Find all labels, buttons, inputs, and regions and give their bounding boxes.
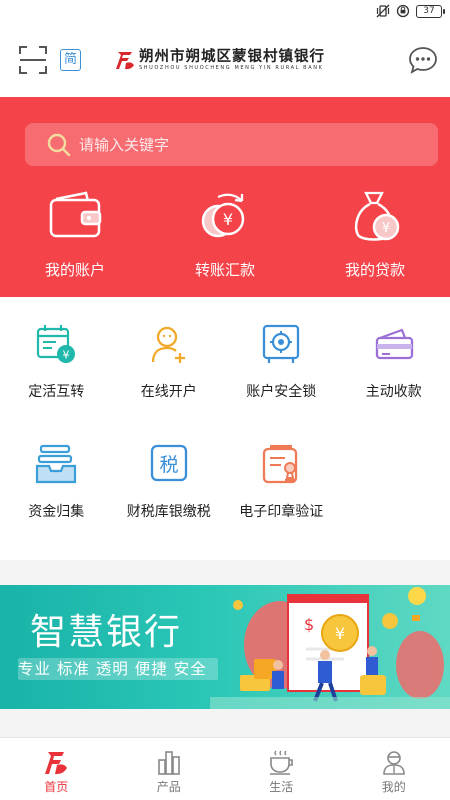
- feature-row: ¥ 定活互转 在线开户 账户安全锁 主动收款: [0, 322, 450, 401]
- profile-icon: [382, 751, 405, 775]
- transfer-button[interactable]: ¥ 转账汇款: [150, 189, 300, 280]
- tab-label: 首页: [44, 780, 69, 794]
- tray-icon: [36, 444, 77, 484]
- search-icon: [47, 133, 71, 156]
- bank-emblem-icon: [116, 52, 134, 70]
- banner-illustration: $ ¥: [210, 587, 450, 709]
- seal-icon: [263, 445, 298, 484]
- feature-label: 账户安全锁: [246, 384, 317, 400]
- smart-bank-banner[interactable]: 智慧银行 专业 标准 透明 便捷 安全 $ ¥: [0, 585, 450, 709]
- app-header: 简 朔州市朔城区蒙银村镇银行 SHUOZHOU SHUOCHENG MENG Y…: [0, 24, 450, 97]
- account-security-lock-button[interactable]: 账户安全锁: [225, 322, 338, 401]
- message-icon[interactable]: [408, 46, 438, 74]
- feature-grid: ¥ 定活互转 在线开户 账户安全锁 主动收款 资金归集 税 财税库银缴税 电子印…: [0, 297, 450, 560]
- tab-home[interactable]: 首页: [0, 738, 113, 800]
- feature-label: 主动收款: [365, 384, 422, 400]
- my-account-label: 我的账户: [44, 261, 105, 279]
- bank-logo: 朔州市朔城区蒙银村镇银行 SHUOZHOU SHUOCHENG MENG YIN…: [114, 48, 325, 72]
- feature-row: 资金归集 税 财税库银缴税 电子印章验证: [0, 442, 450, 521]
- scan-icon[interactable]: [18, 45, 48, 75]
- svg-text:税: 税: [159, 454, 178, 476]
- feature-label: 财税库银缴税: [126, 504, 211, 520]
- online-account-opening-button[interactable]: 在线开户: [113, 322, 226, 401]
- product-bars-icon: [157, 751, 180, 775]
- tab-label: 我的: [381, 780, 406, 794]
- fund-pooling-button[interactable]: 资金归集: [0, 442, 113, 521]
- battery-indicator: 37: [416, 4, 445, 18]
- active-collection-button[interactable]: 主动收款: [338, 322, 450, 401]
- hero-section: 请输入关键字 我的账户 ¥ 转账汇款 ¥ 我的贷款: [0, 97, 450, 297]
- app-screen: 37 简 朔州市朔城区蒙银村镇银行 SHUOZHOU SHUOCHENG MEN…: [0, 0, 450, 800]
- my-loan-button[interactable]: ¥ 我的贷款: [300, 189, 450, 280]
- cards-icon: [375, 328, 413, 360]
- feature-label: 定活互转: [28, 384, 85, 400]
- tax-payment-button[interactable]: 税 财税库银缴税: [113, 442, 226, 521]
- hero-shortcuts: 我的账户 ¥ 转账汇款 ¥ 我的贷款: [0, 189, 450, 280]
- add-user-icon: [151, 326, 185, 363]
- vibrate-mute-icon: [376, 4, 390, 18]
- tab-products[interactable]: 产品: [113, 738, 226, 800]
- tab-label: 生活: [269, 780, 294, 794]
- bottom-tab-bar: 首页 产品 生活 我的: [0, 737, 450, 800]
- loan-bag-icon: ¥: [354, 191, 400, 241]
- alarm-icon: [396, 4, 410, 18]
- transfer-label: 转账汇款: [194, 261, 255, 279]
- banner-slogan: 专业 标准 透明 便捷 安全: [18, 660, 207, 678]
- wallet-icon: [49, 191, 102, 238]
- feature-label: 资金归集: [28, 504, 85, 520]
- coffee-cup-icon: [270, 750, 294, 775]
- tab-mine[interactable]: 我的: [338, 738, 450, 800]
- tab-label: 产品: [156, 780, 181, 794]
- transfer-icon: ¥: [201, 193, 245, 238]
- feature-label: 电子印章验证: [239, 504, 324, 520]
- svg-text:¥: ¥: [335, 624, 345, 643]
- svg-text:¥: ¥: [382, 221, 390, 236]
- feature-label: 在线开户: [140, 384, 197, 400]
- my-account-button[interactable]: 我的账户: [0, 189, 150, 280]
- status-bar: 37: [0, 0, 450, 24]
- bank-name-english: SHUOZHOU SHUOCHENG MENG YIN RURAL BANK: [139, 65, 324, 71]
- simplified-mode-button[interactable]: 简: [60, 49, 81, 71]
- search-placeholder: 请输入关键字: [79, 136, 170, 154]
- safe-icon: [263, 324, 300, 363]
- banner-title: 智慧银行: [30, 612, 183, 653]
- my-loan-label: 我的贷款: [344, 261, 405, 279]
- tax-icon: 税: [150, 444, 187, 482]
- fixed-demand-transfer-button[interactable]: ¥ 定活互转: [0, 322, 113, 401]
- tab-life[interactable]: 生活: [225, 738, 338, 800]
- e-seal-verification-button[interactable]: 电子印章验证: [225, 442, 338, 521]
- svg-text:$: $: [304, 615, 314, 634]
- bank-name-chinese: 朔州市朔城区蒙银村镇银行: [139, 48, 325, 65]
- svg-text:¥: ¥: [63, 349, 70, 362]
- home-logo-icon: [45, 752, 68, 775]
- status-icons: 37: [376, 4, 445, 18]
- svg-text:¥: ¥: [223, 210, 233, 229]
- search-bar[interactable]: 请输入关键字: [25, 123, 438, 166]
- calendar-yuan-icon: ¥: [37, 325, 76, 363]
